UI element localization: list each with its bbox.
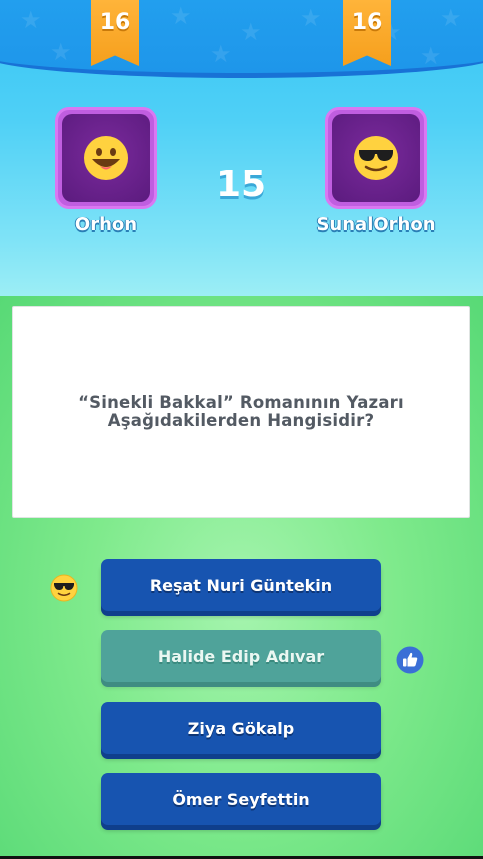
sunglasses-face-icon	[50, 574, 78, 602]
answer-button-2[interactable]: Halide Edip Adıvar	[101, 630, 381, 682]
question-card: “Sinekli Bakkal” Romanının Yazarı Aşağıd…	[12, 306, 470, 518]
top-banner: ★★ ★★ ★★ ★★ ★★	[0, 0, 483, 78]
left-player-name: Orhon	[74, 214, 138, 235]
right-player-avatar	[325, 107, 427, 209]
answer-button-4[interactable]: Ömer Seyfettin	[101, 773, 381, 825]
grinning-face-icon	[84, 136, 128, 180]
question-text: “Sinekli Bakkal” Romanının Yazarı Aşağıd…	[78, 393, 404, 430]
answer-button-1[interactable]: Reşat Nuri Güntekin	[101, 559, 381, 611]
answer-button-3[interactable]: Ziya Gökalp	[101, 702, 381, 754]
thumbs-up-icon	[396, 646, 424, 674]
star-pattern: ★★ ★★ ★★ ★★ ★★	[20, 2, 462, 70]
left-player-avatar	[55, 107, 157, 209]
round-number: 15	[215, 164, 267, 205]
sunglasses-face-icon	[354, 136, 398, 180]
right-player-name: SunalOrhon	[316, 214, 436, 235]
